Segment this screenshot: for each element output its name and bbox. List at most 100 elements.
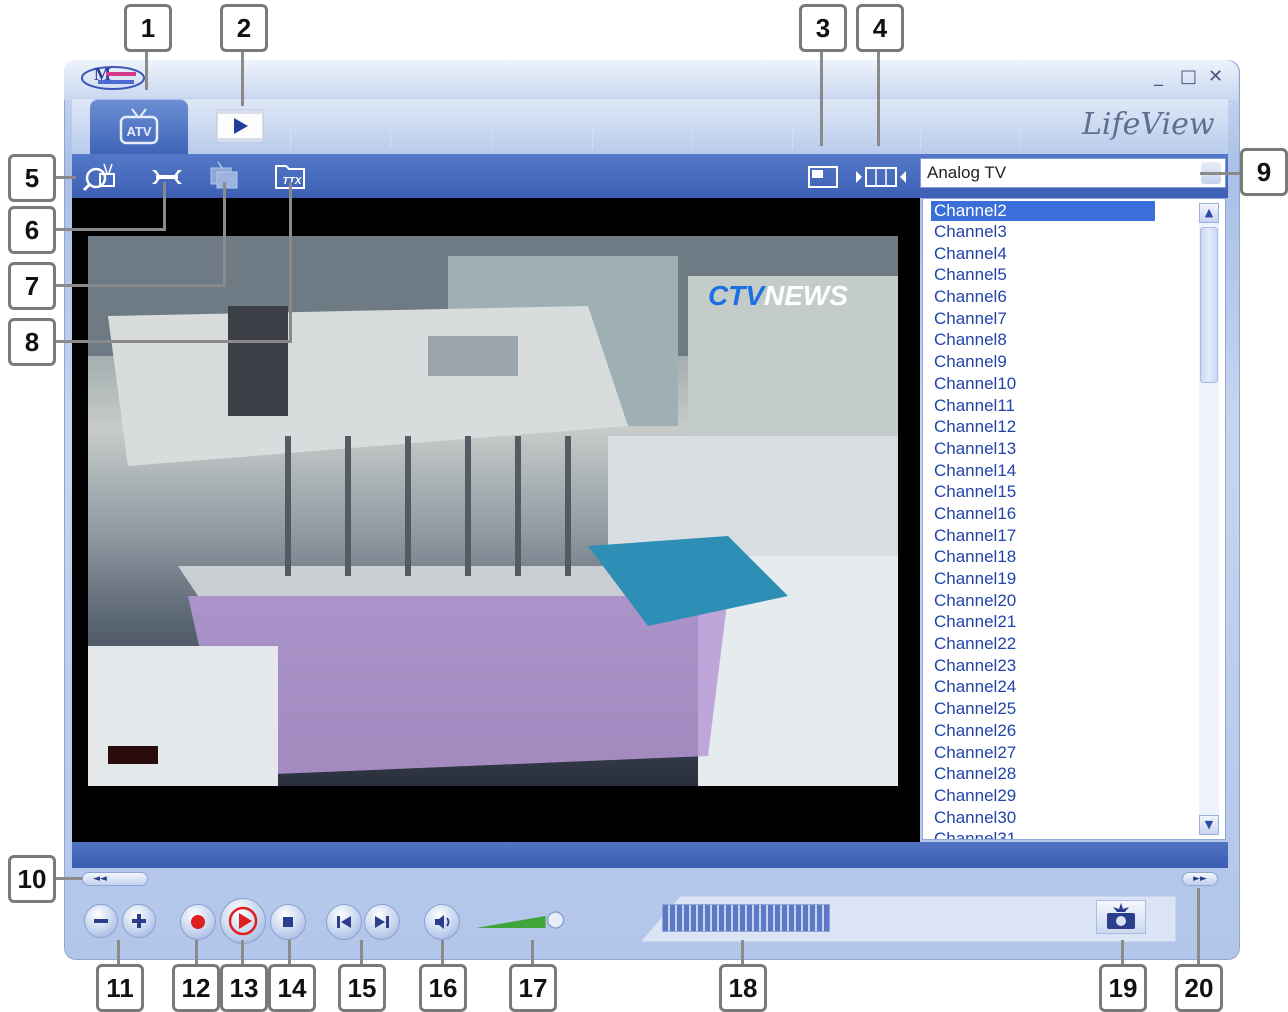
close-button[interactable]: ✕ xyxy=(1208,66,1223,87)
play-button[interactable] xyxy=(220,898,266,944)
channel-list-item[interactable]: Channel15 xyxy=(923,481,1193,503)
callout-4: 4 xyxy=(856,4,904,52)
callout-16: 16 xyxy=(419,964,467,1012)
fast-forward-seek-button[interactable]: ►► xyxy=(1182,872,1218,886)
channel-list-item[interactable]: Channel30 xyxy=(923,807,1193,829)
channel-list-item[interactable]: Channel29 xyxy=(923,785,1193,807)
callout-5: 5 xyxy=(8,154,56,202)
volume-knob xyxy=(546,911,565,929)
skip-previous-icon xyxy=(337,916,351,928)
aspect-ratio-icon[interactable] xyxy=(854,166,908,188)
channel-list-item[interactable]: Channel20 xyxy=(923,590,1193,612)
channel-list-item[interactable]: Channel17 xyxy=(923,525,1193,547)
video-play-icon xyxy=(216,109,264,143)
channel-list-item[interactable]: Channel26 xyxy=(923,720,1193,742)
scan-channels-icon[interactable] xyxy=(82,160,118,192)
ttx-folder-icon[interactable]: TTX xyxy=(274,160,310,192)
channel-list-items: Channel2 Channel3 Channel4 Channel5 Channel6… xyxy=(923,199,1193,839)
callout-12: 12 xyxy=(172,964,220,1012)
channel-list-item[interactable]: Channel10 xyxy=(923,373,1193,395)
snapshot-button[interactable] xyxy=(1096,900,1146,934)
channel-list-item[interactable]: Channel8 xyxy=(923,329,1193,351)
callout-20: 20 xyxy=(1175,964,1223,1012)
minimize-button[interactable]: _ xyxy=(1154,66,1163,87)
callout-2: 2 xyxy=(220,4,268,52)
channel-list-item[interactable]: Channel3 xyxy=(923,221,1193,243)
channel-list-item[interactable]: Channel28 xyxy=(923,763,1193,785)
channel-down-button[interactable] xyxy=(84,904,118,938)
channel-list-item[interactable]: Channel2 xyxy=(931,201,1155,221)
channel-up-button[interactable] xyxy=(122,904,156,938)
callout-1: 1 xyxy=(124,4,172,52)
callout-14: 14 xyxy=(268,964,316,1012)
channel-list-item[interactable]: Channel9 xyxy=(923,351,1193,373)
stop-icon xyxy=(283,917,293,927)
callout-8: 8 xyxy=(8,318,56,366)
app-logo: M xyxy=(80,64,146,92)
channel-list-item[interactable]: Channel22 xyxy=(923,633,1193,655)
channel-logo-ctv: CTV xyxy=(708,280,764,311)
camera-icon xyxy=(1107,903,1135,929)
channel-list-item[interactable]: Channel4 xyxy=(923,243,1193,265)
source-select-value: Analog TV xyxy=(927,163,1007,182)
channel-list-item[interactable]: Channel27 xyxy=(923,742,1193,764)
callout-11: 11 xyxy=(96,964,144,1012)
callout-6: 6 xyxy=(8,206,56,254)
rewind-seek-button[interactable]: ◄◄ xyxy=(82,872,148,886)
record-button[interactable] xyxy=(180,904,216,940)
speaker-icon xyxy=(435,915,450,929)
tv-icon: ATV xyxy=(119,108,159,145)
callout-9: 9 xyxy=(1240,148,1288,196)
callout-10: 10 xyxy=(8,855,56,903)
channel-list-item[interactable]: Channel7 xyxy=(923,308,1193,330)
video-frame: CTVNEWS xyxy=(88,236,898,786)
channel-list-item[interactable]: Channel5 xyxy=(923,264,1193,286)
signal-level-meter xyxy=(662,904,830,932)
play-icon xyxy=(228,906,258,936)
minus-icon xyxy=(94,919,108,923)
channel-list-scrollbar[interactable]: ▲ ▼ xyxy=(1199,203,1219,835)
callout-19: 19 xyxy=(1099,964,1147,1012)
signal-display xyxy=(620,894,1177,944)
tab-atv-label: ATV xyxy=(126,124,151,139)
scroll-thumb[interactable] xyxy=(1200,227,1218,383)
channel-list[interactable]: Channel2 Channel3 Channel4 Channel5 Channel6… xyxy=(922,198,1226,840)
previous-button[interactable] xyxy=(326,904,362,940)
next-button[interactable] xyxy=(364,904,400,940)
channel-list-item[interactable]: Channel21 xyxy=(923,611,1193,633)
channel-list-item[interactable]: Channel23 xyxy=(923,655,1193,677)
channel-list-item[interactable]: Channel31 xyxy=(923,828,1193,839)
plus-icon xyxy=(132,914,146,928)
channel-list-item[interactable]: Channel19 xyxy=(923,568,1193,590)
tab-video-player[interactable] xyxy=(202,99,300,155)
callout-7: 7 xyxy=(8,262,56,310)
tab-analog-tv[interactable]: ATV xyxy=(90,99,188,155)
status-bar xyxy=(72,842,1228,868)
volume-slider[interactable] xyxy=(474,910,592,930)
tab-strip: ATV LifeView xyxy=(72,98,1228,155)
scroll-up-icon[interactable]: ▲ xyxy=(1199,203,1219,223)
channel-list-item[interactable]: Channel16 xyxy=(923,503,1193,525)
ttx-label: TTX xyxy=(283,176,303,187)
channel-list-item[interactable]: Channel13 xyxy=(923,438,1193,460)
settings-wrench-icon[interactable] xyxy=(150,168,184,186)
callout-18: 18 xyxy=(719,964,767,1012)
channel-list-item[interactable]: Channel18 xyxy=(923,546,1193,568)
mute-button[interactable] xyxy=(424,904,460,940)
channel-list-item[interactable]: Channel12 xyxy=(923,416,1193,438)
source-select[interactable]: Analog TV xyxy=(920,158,1226,188)
channel-list-item[interactable]: Channel6 xyxy=(923,286,1193,308)
callout-15: 15 xyxy=(338,964,386,1012)
scroll-down-icon[interactable]: ▼ xyxy=(1199,815,1219,835)
channel-list-item[interactable]: Channel14 xyxy=(923,460,1193,482)
channel-logo: CTVNEWS xyxy=(708,280,848,312)
pip-window-icon[interactable] xyxy=(808,166,838,188)
channel-list-item[interactable]: Channel25 xyxy=(923,698,1193,720)
maximize-button[interactable]: □ xyxy=(1180,66,1197,87)
channel-list-item[interactable]: Channel24 xyxy=(923,676,1193,698)
channel-list-item[interactable]: Channel11 xyxy=(923,395,1193,417)
skip-next-icon xyxy=(375,916,389,928)
volume-fill xyxy=(476,916,546,928)
stop-button[interactable] xyxy=(270,904,306,940)
record-icon xyxy=(191,915,205,929)
